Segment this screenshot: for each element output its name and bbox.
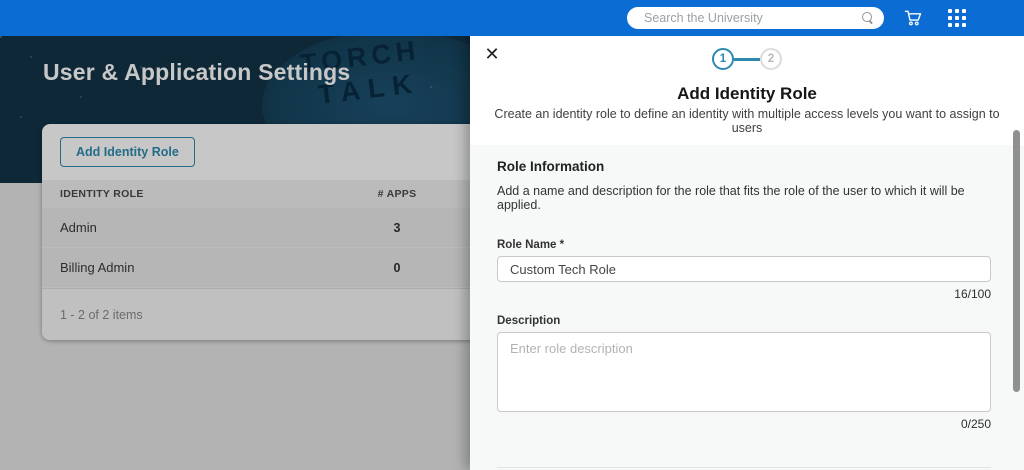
search-input[interactable] (644, 11, 862, 25)
step-1-indicator[interactable]: 1 (712, 48, 734, 70)
search-icon[interactable] (862, 12, 874, 24)
section-divider (497, 467, 991, 468)
role-information-section: Role Information Add a name and descript… (470, 145, 1024, 470)
drawer-title: Add Identity Role (470, 84, 1024, 104)
section-description: Add a name and description for the role … (497, 184, 991, 212)
wizard-stepper: 1 2 (470, 48, 1024, 70)
description-char-counter: 0/250 (497, 417, 991, 431)
section-heading: Role Information (497, 159, 991, 174)
top-navigation-bar (0, 0, 1024, 36)
university-search[interactable] (627, 7, 884, 29)
modal-scrim (0, 36, 470, 470)
cart-icon[interactable] (903, 8, 923, 28)
role-description-textarea[interactable] (497, 332, 991, 412)
app-window: TORCH TALK User & Application Settings U… (0, 0, 1024, 470)
drawer-subtitle: Create an identity role to define an ide… (480, 107, 1014, 135)
step-connector (734, 58, 760, 61)
add-identity-role-drawer: ✕ 1 2 Add Identity Role Create an identi… (470, 36, 1024, 470)
drawer-scrollbar-thumb[interactable] (1013, 130, 1020, 392)
apps-grid-icon[interactable] (948, 9, 966, 27)
description-label: Description (497, 315, 991, 327)
role-name-char-counter: 16/100 (497, 287, 991, 301)
role-name-label: Role Name * (497, 239, 991, 251)
step-2-indicator[interactable]: 2 (760, 48, 782, 70)
role-name-input[interactable] (497, 256, 991, 282)
settings-page: TORCH TALK User & Application Settings U… (0, 36, 470, 470)
